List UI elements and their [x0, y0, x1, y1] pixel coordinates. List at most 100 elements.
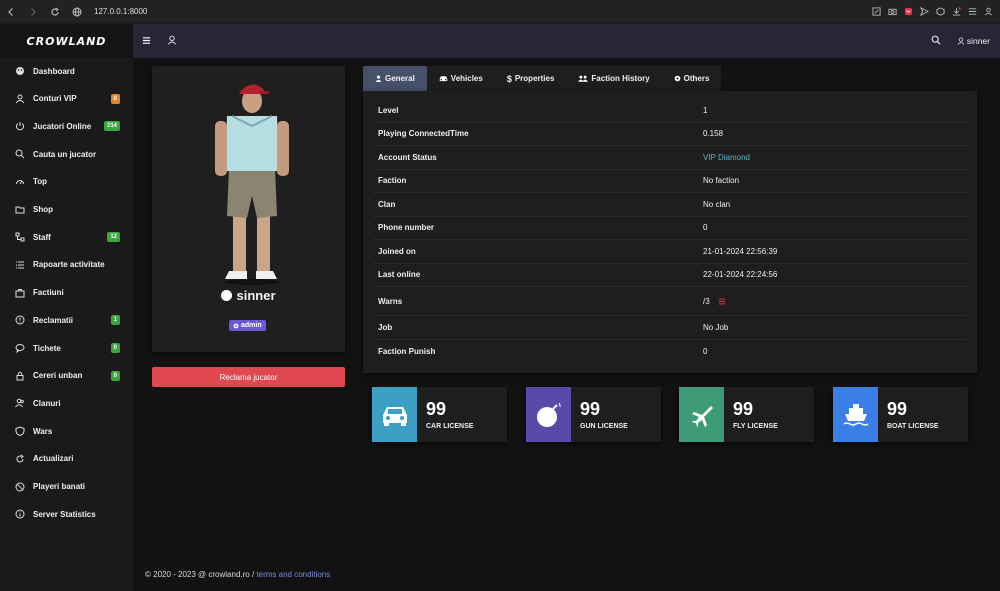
tab-label: Faction History — [591, 74, 650, 83]
user-profile-icon[interactable] — [167, 35, 177, 45]
sidebar-item-rapoarte-activitate[interactable]: Rapoarte activitate — [0, 255, 133, 275]
user-menu[interactable]: sinner — [957, 36, 990, 46]
tab-properties[interactable]: $ Properties — [494, 66, 567, 91]
users-icon — [578, 75, 589, 82]
info-label: Last online — [378, 270, 421, 280]
player-name: sinner — [236, 288, 276, 303]
sidebar-item-cauta-un-jucator[interactable]: Cauta un jucator — [0, 144, 133, 164]
info-label: Faction — [378, 176, 407, 186]
edit-icon[interactable] — [868, 0, 884, 24]
sidebar-item-label: Factiuni — [33, 288, 64, 298]
info-row-warns: Warns /3 — [373, 287, 967, 316]
address-bar[interactable]: 127.0.0.1:8000 — [94, 7, 147, 16]
sidebar-item-actualizari[interactable]: Actualizari — [0, 449, 133, 469]
tab-others[interactable]: Others — [661, 66, 722, 91]
info-label: Phone number — [378, 223, 435, 233]
sidebar-item-label: Reclamatii — [33, 315, 74, 325]
sidebar-item-label: Jucatori Online — [33, 121, 92, 131]
back-icon[interactable] — [0, 0, 22, 24]
sidebar-item-top[interactable]: Top — [0, 172, 133, 192]
tab-general[interactable]: General — [363, 66, 427, 91]
tab-faction-history[interactable]: Faction History — [566, 66, 662, 91]
dollar-icon: $ — [506, 73, 512, 84]
info-value: No faction — [703, 176, 740, 186]
count-badge: 12 — [107, 232, 120, 243]
send-icon[interactable] — [916, 0, 932, 24]
hierarchy-icon — [15, 232, 25, 242]
browser-toolbar: 127.0.0.1:8000 — [0, 0, 1000, 24]
info-value: /3 — [703, 296, 710, 306]
car-icon — [372, 387, 417, 442]
user-icon — [375, 75, 382, 82]
user-name: sinner — [966, 36, 990, 46]
report-player-button[interactable]: Reclama jucator — [152, 367, 345, 387]
palette-icon — [15, 66, 25, 76]
info-row-faction: Faction No faction — [373, 170, 967, 193]
gun-license-box: 99 GUN LICENSE — [526, 387, 661, 442]
gear-icon — [674, 75, 681, 82]
sidebar-item-server-statistics[interactable]: Server Statistics — [0, 504, 133, 524]
sidebar-item-staff[interactable]: Staff 12 — [0, 227, 133, 247]
general-info-panel: Level 1 Playing ConnectedTime 0.158 Accoun… — [363, 91, 977, 373]
globe-icon — [66, 0, 88, 24]
cube-icon[interactable] — [932, 0, 948, 24]
info-row-playing-time: Playing ConnectedTime 0.158 — [373, 123, 967, 146]
role-badge: admin — [229, 320, 266, 331]
info-row-job: Job No Job — [373, 316, 967, 340]
boat-license-box: 99 BOAT LICENSE — [833, 387, 968, 442]
ship-icon — [833, 387, 878, 442]
sidebar-item-reclamatii[interactable]: Reclamatii 1 — [0, 310, 133, 330]
license-label: GUN LICENSE — [580, 423, 628, 430]
search-icon — [15, 149, 25, 159]
power-icon — [15, 121, 25, 131]
sidebar-item-label: Actualizari — [33, 454, 74, 464]
tab-label: Others — [683, 74, 710, 83]
search-icon[interactable] — [931, 35, 941, 45]
info-value: 0 — [703, 223, 708, 233]
account-icon[interactable] — [980, 0, 996, 24]
download-icon[interactable] — [948, 0, 964, 24]
pocket-icon[interactable] — [900, 0, 916, 24]
tab-label: General — [385, 74, 415, 83]
info-label: Level — [378, 105, 399, 115]
sidebar-item-conturi-vip[interactable]: Conturi VIP 0 — [0, 89, 133, 109]
license-value: 99 — [426, 399, 447, 419]
sidebar-item-clanuri[interactable]: Clanuri — [0, 393, 133, 413]
topbar: sinner — [133, 24, 1000, 58]
sidebar-item-wars[interactable]: Wars — [0, 421, 133, 441]
user-icon — [957, 37, 965, 45]
users-icon — [15, 398, 25, 408]
forward-icon[interactable] — [22, 0, 44, 24]
logo[interactable]: CROWLAND — [0, 24, 133, 58]
info-value: No clan — [703, 199, 731, 209]
info-label: Joined on — [378, 246, 416, 256]
menu-icon[interactable] — [964, 0, 980, 24]
hamburger-icon[interactable] — [142, 36, 151, 45]
sidebar-item-label: Tichete — [33, 343, 61, 353]
reload-icon[interactable] — [44, 0, 66, 24]
briefcase-icon — [15, 288, 25, 298]
sidebar-item-tichete[interactable]: Tichete 0 — [0, 338, 133, 358]
count-badge: 0 — [110, 93, 120, 104]
sidebar-item-label: Clanuri — [33, 398, 61, 408]
sidebar-item-cereri-unban[interactable]: Cereri unban 0 — [0, 366, 133, 386]
sidebar-item-shop[interactable]: Shop — [0, 200, 133, 220]
info-row-account-status: Account Status VIP Diamond — [373, 146, 967, 170]
info-value: 22-01-2024 22:24:56 — [703, 270, 778, 280]
car-icon — [439, 75, 448, 82]
terms-link[interactable]: terms and conditions — [256, 570, 330, 579]
sidebar-item-label: Rapoarte activitate — [33, 260, 105, 270]
sidebar-item-playeri-banati[interactable]: Playeri banati — [0, 477, 133, 497]
warns-value-group: /3 — [703, 297, 726, 306]
count-badge: 0 — [110, 370, 120, 381]
info-value: 1 — [703, 105, 708, 115]
sidebar-item-factiuni[interactable]: Factiuni — [0, 283, 133, 303]
sidebar-item-jucatori-online[interactable]: Jucatori Online 214 — [0, 116, 133, 136]
info-icon — [15, 509, 25, 519]
tab-vehicles[interactable]: Vehicles — [426, 66, 495, 91]
warns-list-icon[interactable] — [718, 298, 726, 305]
sidebar-item-dashboard[interactable]: Dashboard — [0, 61, 133, 81]
info-row-joined: Joined on 21-01-2024 22:56:39 — [373, 240, 967, 264]
camera-icon[interactable] — [884, 0, 900, 24]
player-name-row: sinner — [152, 288, 345, 303]
